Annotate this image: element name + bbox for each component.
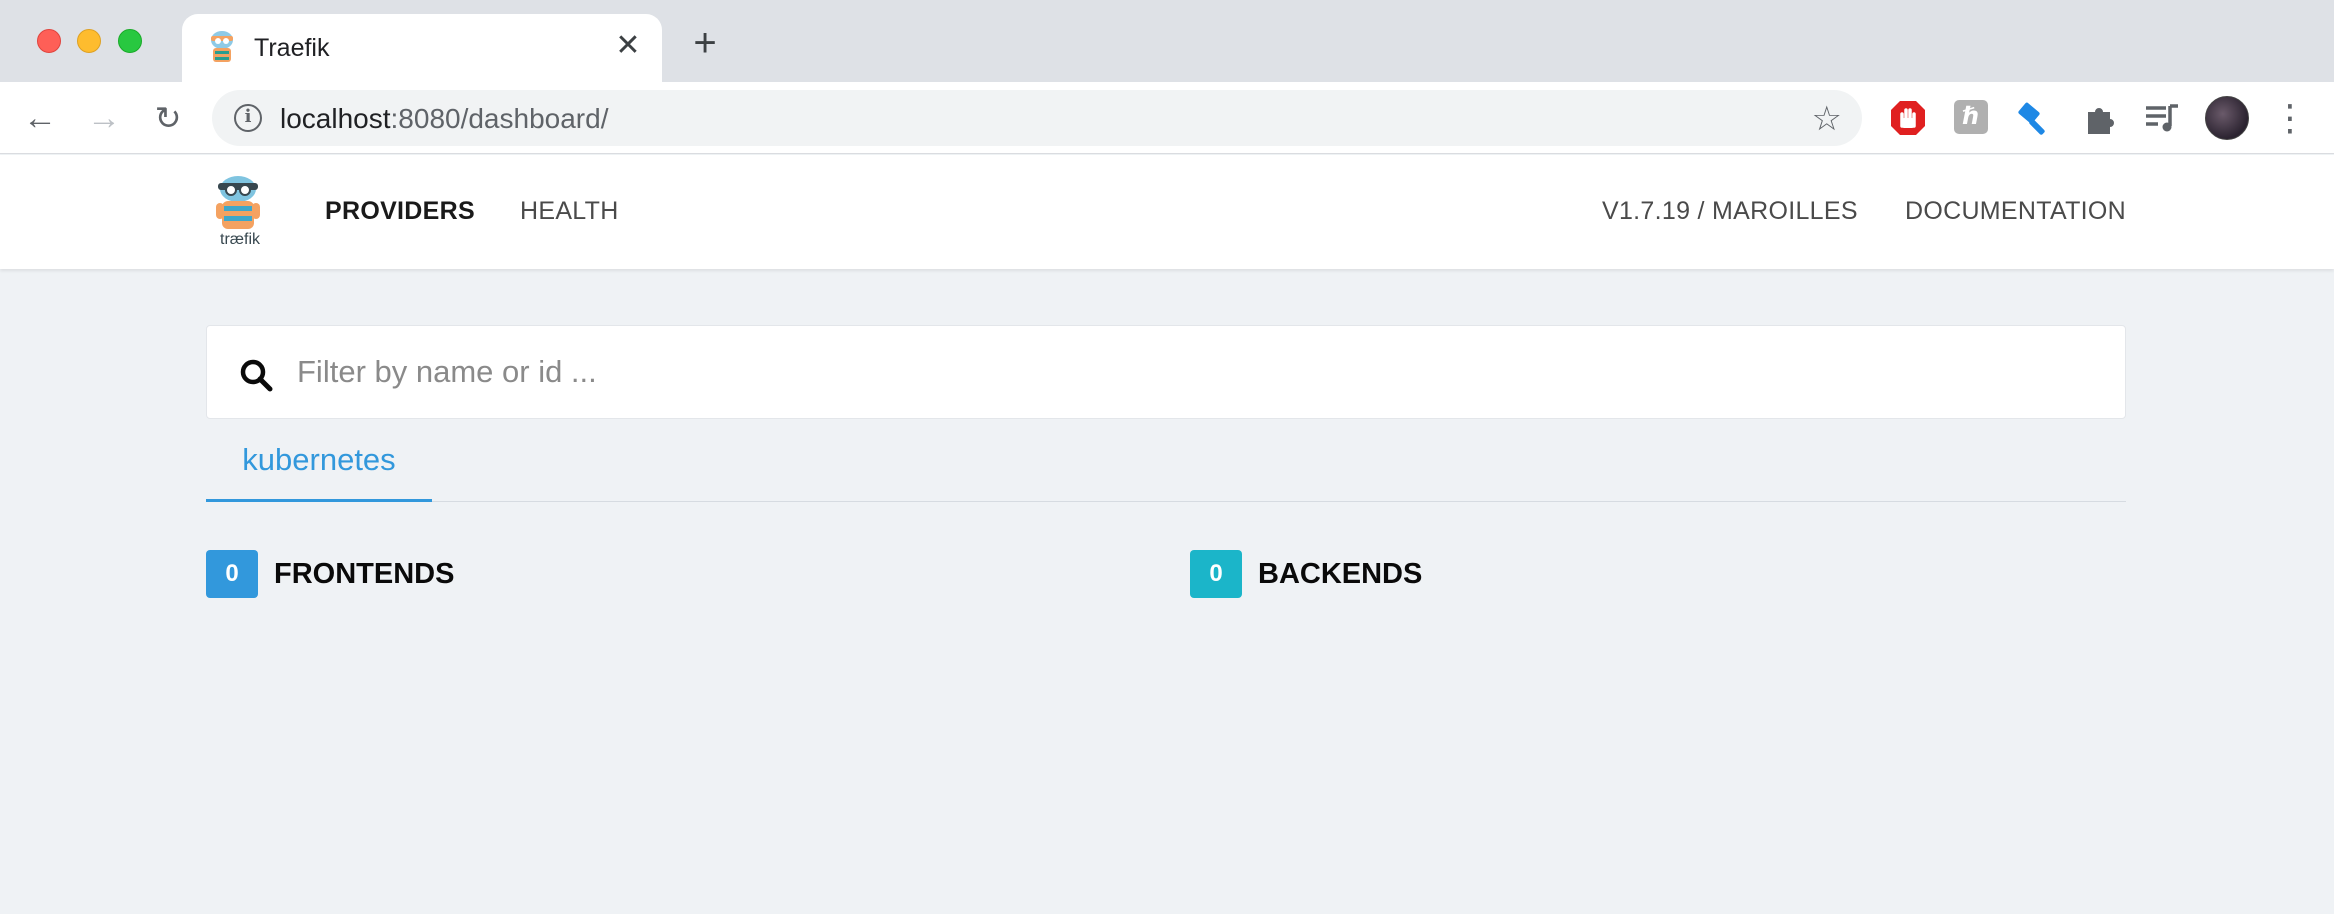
forward-arrow-icon[interactable]: → bbox=[86, 100, 122, 136]
media-queue-icon[interactable] bbox=[2142, 98, 2182, 138]
address-url[interactable]: localhost:8080/dashboard/ bbox=[280, 103, 608, 135]
traefik-logo[interactable]: træfik bbox=[208, 173, 268, 253]
adblock-extension-icon[interactable] bbox=[1888, 98, 1928, 138]
url-path: :8080/dashboard/ bbox=[390, 103, 609, 134]
browser-tab-traefik[interactable]: Traefik ✕ bbox=[182, 14, 662, 82]
new-tab-button[interactable]: + bbox=[688, 23, 722, 63]
close-window-button[interactable] bbox=[37, 29, 61, 53]
address-bar[interactable]: i localhost:8080/dashboard/ ☆ bbox=[212, 90, 1862, 146]
app-header: træfik PROVIDERS HEALTH V1.7.19 / MAROIL… bbox=[0, 155, 2334, 269]
browser-toolbar: ← → ↻ i localhost:8080/dashboard/ ☆ ℏ ⋮ bbox=[0, 82, 2334, 154]
minimize-window-button[interactable] bbox=[77, 29, 101, 53]
tab-kubernetes[interactable]: kubernetes bbox=[206, 430, 432, 502]
nav-health[interactable]: HEALTH bbox=[520, 197, 619, 226]
filter-input[interactable] bbox=[297, 346, 2097, 398]
nav-documentation[interactable]: DOCUMENTATION bbox=[1905, 197, 2126, 226]
backends-title: BACKENDS bbox=[1258, 558, 1423, 590]
browser-tabstrip: Traefik ✕ + bbox=[0, 0, 2334, 82]
back-arrow-icon[interactable]: ← bbox=[22, 100, 58, 136]
site-info-icon[interactable]: i bbox=[234, 104, 262, 132]
bookmark-star-icon[interactable]: ☆ bbox=[1812, 99, 1842, 139]
frontends-count-badge: 0 bbox=[206, 550, 258, 598]
extensions-puzzle-icon[interactable] bbox=[2080, 98, 2120, 138]
browser-menu-icon[interactable]: ⋮ bbox=[2272, 96, 2308, 140]
backends-count-badge: 0 bbox=[1190, 550, 1242, 598]
frontends-title: FRONTENDS bbox=[274, 558, 455, 590]
wrench-extension-icon[interactable] bbox=[2016, 98, 2056, 138]
search-icon bbox=[240, 359, 273, 392]
tab-title: Traefik bbox=[254, 34, 330, 62]
traefik-gopher-icon bbox=[216, 176, 260, 229]
profile-avatar[interactable] bbox=[2205, 96, 2249, 140]
close-tab-icon[interactable]: ✕ bbox=[614, 31, 642, 61]
url-host: localhost bbox=[280, 103, 391, 134]
filter-search-box bbox=[206, 325, 2126, 419]
provider-tabs: kubernetes bbox=[206, 430, 2126, 502]
logo-text: træfik bbox=[220, 231, 260, 248]
reload-icon[interactable]: ↻ bbox=[150, 100, 186, 136]
hint-extension-icon[interactable]: ℏ bbox=[1954, 100, 1988, 134]
traefik-favicon-icon bbox=[211, 31, 233, 62]
nav-providers[interactable]: PROVIDERS bbox=[325, 197, 475, 226]
maximize-window-button[interactable] bbox=[118, 29, 142, 53]
version-link[interactable]: V1.7.19 / MAROILLES bbox=[1602, 197, 1858, 226]
